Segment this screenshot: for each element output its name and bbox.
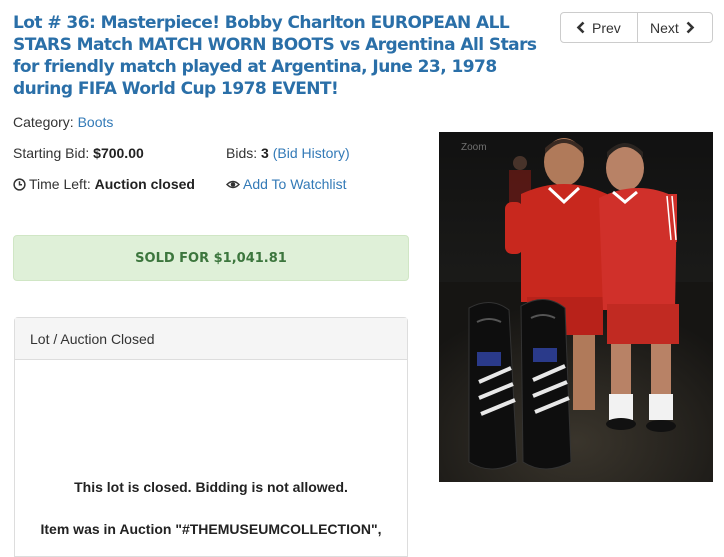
panel-heading: Lot / Auction Closed bbox=[15, 318, 407, 360]
starting-bid-row: Starting Bid: $700.00 bbox=[13, 144, 144, 162]
time-left-value: Auction closed bbox=[94, 176, 195, 192]
bids-count: 3 bbox=[261, 145, 269, 161]
closed-message: This lot is closed. Bidding is not allow… bbox=[74, 479, 348, 495]
chevron-right-icon bbox=[686, 21, 695, 34]
add-to-watchlist-link[interactable]: Add To Watchlist bbox=[243, 176, 347, 192]
zoom-label: Zoom bbox=[461, 142, 487, 153]
starting-bid-label: Starting Bid: bbox=[13, 145, 90, 161]
lot-title: Lot # 36: Masterpiece! Bobby Charlton EU… bbox=[13, 13, 537, 99]
lot-photo-drawing bbox=[439, 132, 713, 482]
auction-closed-panel: Lot / Auction Closed This lot is closed.… bbox=[14, 317, 408, 557]
bids-label: Bids: bbox=[226, 145, 258, 161]
auction-name-line: Item was in Auction "#THEMUSEUMCOLLECTIO… bbox=[40, 521, 382, 537]
chevron-left-icon bbox=[576, 21, 585, 34]
bids-row: Bids: 3 (Bid History) bbox=[226, 144, 350, 162]
sold-banner: SOLD FOR $1,041.81 bbox=[13, 235, 409, 281]
lot-pager: Prev Next bbox=[560, 12, 713, 43]
category-row: Category: Boots bbox=[13, 113, 113, 131]
clock-icon bbox=[13, 178, 26, 191]
lot-photo[interactable]: Zoom bbox=[439, 132, 713, 482]
starting-bid-value: $700.00 bbox=[93, 145, 144, 161]
next-button[interactable]: Next bbox=[637, 12, 713, 43]
time-left-label: Time Left: bbox=[29, 176, 91, 192]
category-link[interactable]: Boots bbox=[78, 114, 114, 130]
time-left-row: Time Left: Auction closed bbox=[13, 175, 195, 193]
bid-history-link[interactable]: (Bid History) bbox=[273, 145, 350, 161]
prev-button-label: Prev bbox=[592, 19, 621, 36]
watchlist-row: Add To Watchlist bbox=[226, 175, 347, 193]
category-label: Category: bbox=[13, 114, 74, 130]
eye-icon bbox=[226, 178, 240, 191]
prev-button[interactable]: Prev bbox=[560, 12, 638, 43]
next-button-label: Next bbox=[650, 19, 679, 36]
